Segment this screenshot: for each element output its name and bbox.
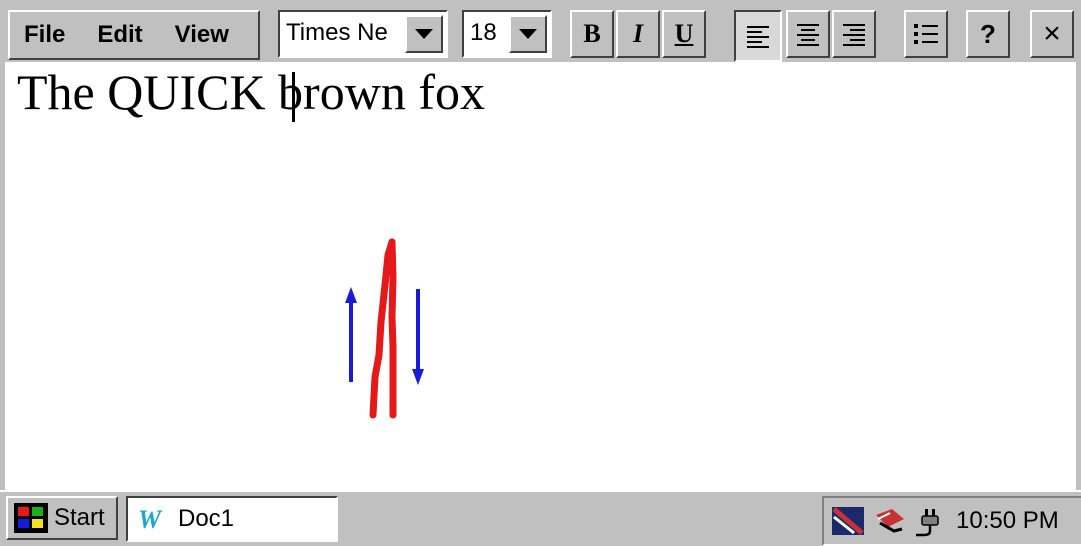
help-label: ? xyxy=(980,18,996,49)
align-right-button[interactable] xyxy=(832,10,876,58)
start-button[interactable]: Start xyxy=(6,496,118,540)
text-cursor xyxy=(292,72,295,122)
document-area[interactable]: The QUICK brown fox xyxy=(5,62,1076,490)
chevron-down-icon xyxy=(415,29,433,39)
word-app-icon: W xyxy=(138,505,163,534)
sync-icon[interactable] xyxy=(872,505,908,537)
document-text[interactable]: The QUICK brown fox xyxy=(17,62,485,122)
network-icon[interactable] xyxy=(830,505,866,537)
font-name-dropdown-arrow[interactable] xyxy=(405,15,443,53)
taskbar: Start W Doc1 10:50 PM xyxy=(0,490,1081,546)
chevron-down-icon xyxy=(519,29,537,39)
close-button[interactable]: × xyxy=(1030,10,1074,58)
bold-label: B xyxy=(583,19,601,48)
font-name-value: Times Ne xyxy=(286,19,388,46)
menu-view[interactable]: View xyxy=(175,21,229,49)
bullet-list-button[interactable] xyxy=(904,10,948,58)
italic-label: I xyxy=(632,19,644,48)
taskbar-doc-button[interactable]: W Doc1 xyxy=(126,496,338,542)
menu-file[interactable]: File xyxy=(24,21,65,49)
font-size-value: 18 xyxy=(470,19,497,46)
power-plug-icon[interactable] xyxy=(914,505,946,537)
help-button[interactable]: ? xyxy=(966,10,1010,58)
menu-edit[interactable]: Edit xyxy=(97,21,142,49)
start-label: Start xyxy=(54,504,105,531)
red-gesture-stroke-2 xyxy=(388,238,397,419)
up-arrowhead xyxy=(345,287,357,303)
svg-text:W: W xyxy=(138,505,163,534)
italic-button[interactable]: I xyxy=(616,10,660,58)
menu-bar: File Edit View xyxy=(8,10,260,60)
font-name-dropdown[interactable]: Times Ne xyxy=(278,10,448,58)
align-center-icon xyxy=(797,24,819,46)
toolbar: File Edit View Times Ne 18 B I U ? × xyxy=(0,0,1081,62)
system-tray: 10:50 PM xyxy=(822,496,1081,546)
align-left-button[interactable] xyxy=(734,10,782,62)
taskbar-doc-label: Doc1 xyxy=(178,505,235,532)
font-size-dropdown[interactable]: 18 xyxy=(462,10,552,58)
bold-button[interactable]: B xyxy=(570,10,614,58)
close-icon: × xyxy=(1043,17,1061,50)
align-left-icon xyxy=(747,26,769,48)
windows-logo-icon xyxy=(14,503,48,533)
gesture-annotation xyxy=(345,238,424,419)
bullet-list-icon xyxy=(914,24,938,44)
clock[interactable]: 10:50 PM xyxy=(956,507,1059,535)
underline-button[interactable]: U xyxy=(662,10,706,58)
underline-label: U xyxy=(674,19,694,48)
font-size-dropdown-arrow[interactable] xyxy=(509,15,547,53)
align-right-icon xyxy=(843,24,865,46)
align-center-button[interactable] xyxy=(786,10,830,58)
down-arrowhead xyxy=(412,369,424,385)
